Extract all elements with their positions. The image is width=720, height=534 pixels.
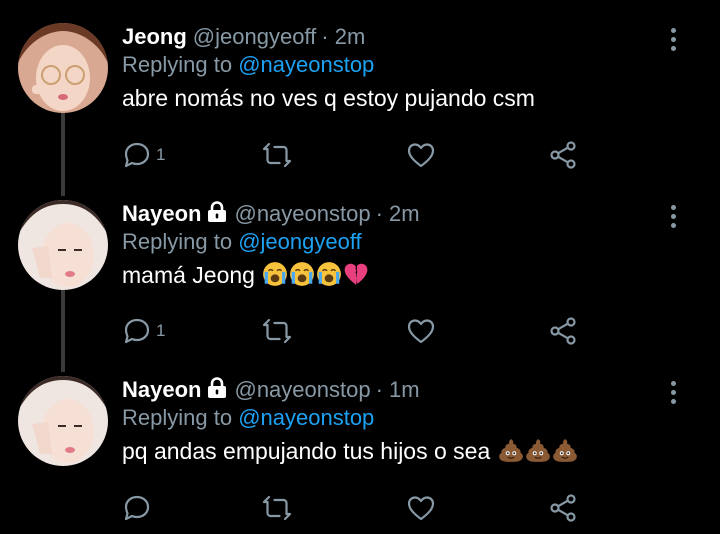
tweet-text: abre nomás no ves q estoy pujando csm bbox=[122, 83, 535, 113]
tweet[interactable]: Nayeon @nayeonstop · 1m Replying to @nayeo… bbox=[0, 376, 720, 526]
tweet-text-content: mamá Jeong bbox=[122, 262, 255, 288]
lock-icon bbox=[206, 201, 228, 223]
like-button[interactable] bbox=[406, 316, 436, 346]
share-icon bbox=[548, 316, 578, 346]
share-button[interactable] bbox=[548, 140, 578, 170]
replying-to-label: Replying to bbox=[122, 405, 233, 430]
reply-icon bbox=[122, 316, 152, 346]
tweet[interactable]: Nayeon @nayeonstop · 2m Replying to @jeong… bbox=[0, 200, 720, 350]
avatar[interactable] bbox=[18, 23, 108, 113]
reply-icon bbox=[122, 140, 152, 170]
retweet-button[interactable] bbox=[260, 140, 294, 170]
like-button[interactable] bbox=[406, 140, 436, 170]
tweet-text: mamá Jeong bbox=[122, 260, 369, 290]
more-options-button[interactable] bbox=[668, 205, 678, 231]
retweet-button[interactable] bbox=[260, 316, 294, 346]
poop-icon bbox=[498, 437, 524, 463]
share-button[interactable] bbox=[548, 493, 578, 523]
action-bar bbox=[122, 493, 582, 523]
crying-face-icon bbox=[262, 261, 288, 287]
more-vertical-icon bbox=[670, 381, 676, 386]
replying-to: Replying to @nayeonstop bbox=[122, 404, 374, 432]
more-vertical-icon bbox=[670, 205, 676, 210]
poop-icon bbox=[552, 437, 578, 463]
replying-to-label: Replying to bbox=[122, 229, 233, 254]
replying-to-handle[interactable]: @nayeonstop bbox=[238, 52, 374, 77]
replying-to-handle[interactable]: @jeongyeoff bbox=[238, 229, 361, 254]
more-options-button[interactable] bbox=[668, 28, 678, 54]
reply-button[interactable] bbox=[122, 493, 156, 523]
handle[interactable]: @nayeonstop bbox=[234, 201, 370, 226]
share-icon bbox=[548, 493, 578, 523]
reply-button[interactable]: 1 bbox=[122, 140, 165, 170]
broken-heart-icon bbox=[343, 261, 369, 287]
crying-face-icon bbox=[289, 261, 315, 287]
replying-to-label: Replying to bbox=[122, 52, 233, 77]
like-button[interactable] bbox=[406, 493, 436, 523]
replying-to: Replying to @jeongyeoff bbox=[122, 228, 362, 256]
display-name[interactable]: Jeong bbox=[122, 24, 187, 49]
tweet-header: Nayeon @nayeonstop · 2m bbox=[122, 200, 420, 228]
reply-icon bbox=[122, 493, 152, 523]
reply-count: 1 bbox=[156, 145, 166, 164]
share-icon bbox=[548, 140, 578, 170]
lock-icon bbox=[206, 377, 228, 399]
share-button[interactable] bbox=[548, 316, 578, 346]
timestamp[interactable]: · 2m bbox=[376, 201, 420, 226]
tweet-header: Nayeon @nayeonstop · 1m bbox=[122, 376, 420, 404]
tweet-header: Jeong @jeongyeoff · 2m bbox=[122, 23, 365, 51]
handle[interactable]: @jeongyeoff bbox=[193, 24, 316, 49]
crying-face-icon bbox=[316, 261, 342, 287]
retweet-icon bbox=[260, 316, 294, 346]
tweet-text: pq andas empujando tus hijos o sea bbox=[122, 436, 578, 466]
retweet-icon bbox=[260, 493, 294, 523]
more-options-button[interactable] bbox=[668, 381, 678, 407]
action-bar: 1 bbox=[122, 140, 582, 170]
reply-count: 1 bbox=[156, 321, 166, 340]
retweet-button[interactable] bbox=[260, 493, 294, 523]
replying-to: Replying to @nayeonstop bbox=[122, 51, 374, 79]
retweet-icon bbox=[260, 140, 294, 170]
avatar[interactable] bbox=[18, 376, 108, 466]
reply-button[interactable]: 1 bbox=[122, 316, 165, 346]
replying-to-handle[interactable]: @nayeonstop bbox=[238, 405, 374, 430]
tweet-text-content: pq andas empujando tus hijos o sea bbox=[122, 438, 491, 464]
timestamp[interactable]: · 1m bbox=[376, 377, 420, 402]
timestamp[interactable]: · 2m bbox=[321, 24, 365, 49]
poop-icon bbox=[525, 437, 551, 463]
action-bar: 1 bbox=[122, 316, 582, 346]
handle[interactable]: @nayeonstop bbox=[234, 377, 370, 402]
more-vertical-icon bbox=[670, 28, 676, 33]
heart-icon bbox=[406, 316, 436, 346]
display-name[interactable]: Nayeon bbox=[122, 377, 201, 402]
heart-icon bbox=[406, 140, 436, 170]
heart-icon bbox=[406, 493, 436, 523]
tweet[interactable]: Jeong @jeongyeoff · 2m Replying to @nayeon… bbox=[0, 23, 720, 173]
tweet-text-content: abre nomás no ves q estoy pujando csm bbox=[122, 85, 535, 111]
avatar[interactable] bbox=[18, 200, 108, 290]
display-name[interactable]: Nayeon bbox=[122, 201, 201, 226]
